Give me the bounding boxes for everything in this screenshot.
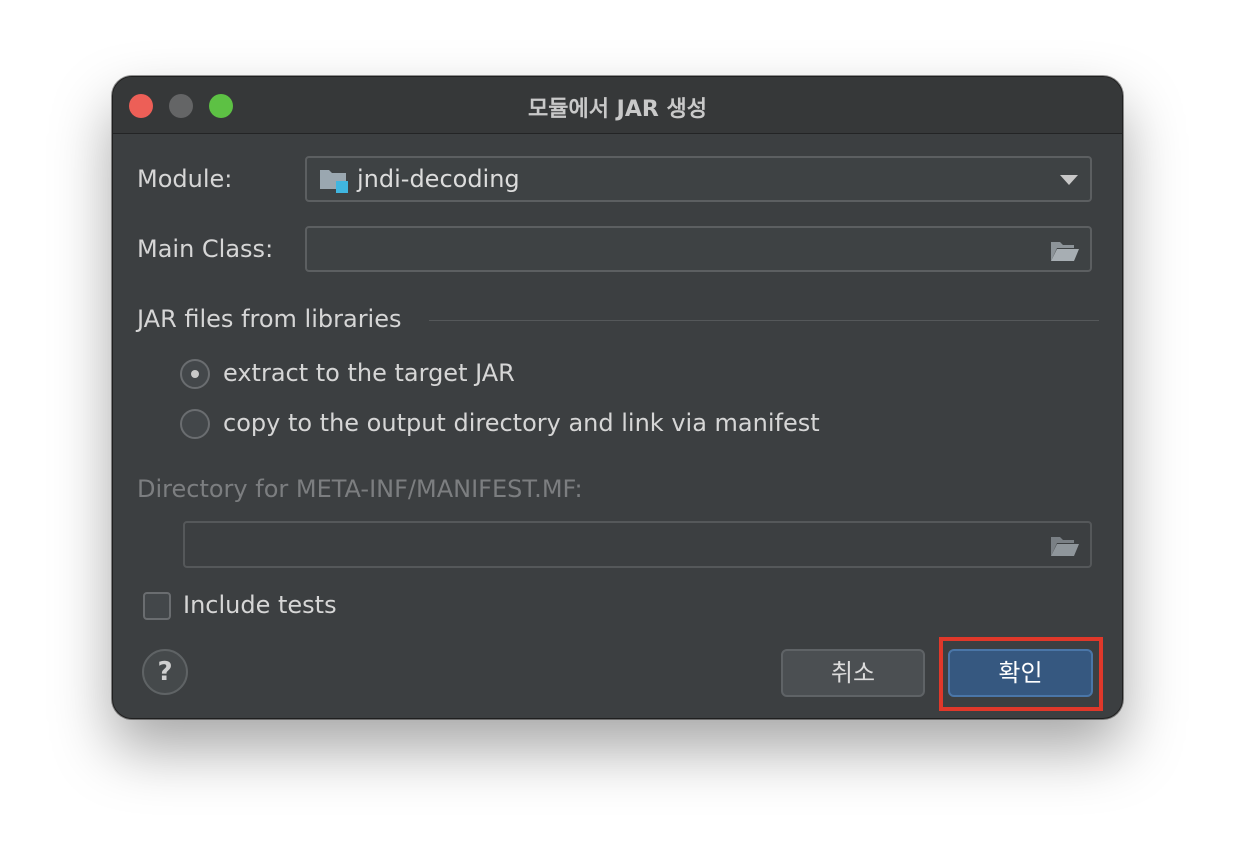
main-class-label: Main Class:	[137, 235, 274, 263]
radio-extract-label[interactable]: extract to the target JAR	[223, 359, 515, 387]
include-tests-label[interactable]: Include tests	[183, 591, 337, 619]
include-tests-checkbox[interactable]	[143, 592, 171, 620]
module-label: Module:	[137, 165, 233, 193]
manifest-dir-field[interactable]	[183, 521, 1092, 568]
radio-extract[interactable]	[180, 359, 210, 389]
manifest-dir-label: Directory for META-INF/MANIFEST.MF:	[137, 475, 583, 503]
module-folder-icon	[320, 170, 348, 193]
open-folder-icon[interactable]	[1050, 239, 1080, 263]
section-divider	[429, 320, 1099, 321]
title-bar[interactable]: 모듈에서 JAR 생성	[113, 77, 1122, 134]
help-button[interactable]: ?	[142, 649, 188, 695]
cancel-button[interactable]: 취소	[781, 649, 925, 697]
radio-copy-label[interactable]: copy to the output directory and link vi…	[223, 409, 820, 437]
main-class-field[interactable]	[305, 226, 1092, 272]
module-value: jndi-decoding	[357, 165, 520, 193]
open-folder-icon[interactable]	[1050, 534, 1080, 558]
radio-copy[interactable]	[180, 409, 210, 439]
module-select[interactable]: jndi-decoding	[305, 156, 1092, 202]
ok-button-highlight	[939, 637, 1103, 711]
radio-selected-dot	[191, 370, 199, 378]
libraries-section-label: JAR files from libraries	[137, 305, 402, 333]
create-jar-dialog: 모듈에서 JAR 생성 Module: jndi-decoding Main C…	[112, 76, 1123, 719]
dialog-title: 모듈에서 JAR 생성	[528, 97, 707, 122]
chevron-down-icon[interactable]	[1060, 175, 1078, 185]
